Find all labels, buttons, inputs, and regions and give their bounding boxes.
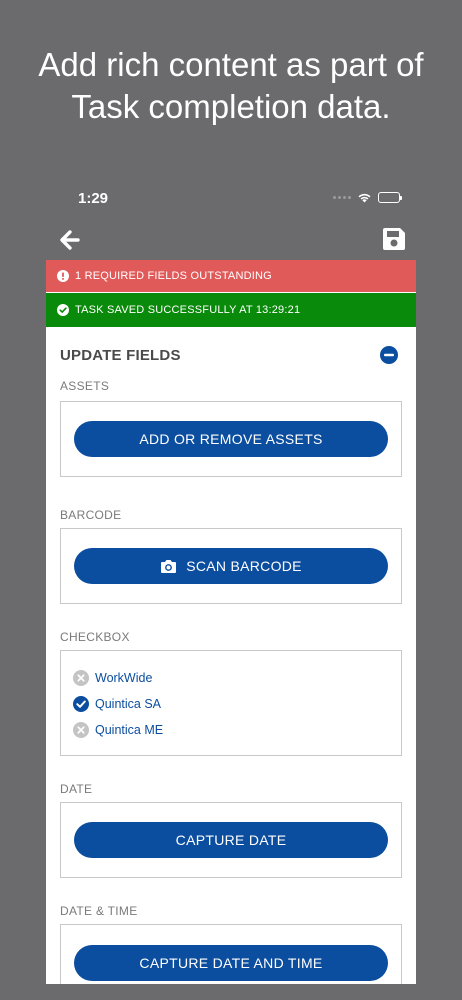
capture-date-button[interactable]: CAPTURE DATE — [74, 822, 388, 858]
capture-date-time-label: CAPTURE DATE AND TIME — [139, 955, 323, 971]
floppy-disk-icon[interactable] — [380, 225, 408, 253]
section-title: UPDATE FIELDS — [60, 346, 181, 364]
add-remove-assets-label: ADD OR REMOVE ASSETS — [139, 431, 323, 447]
datetime-field: CAPTURE DATE AND TIME — [60, 924, 402, 984]
capture-date-time-button[interactable]: CAPTURE DATE AND TIME — [74, 945, 388, 981]
barcode-field: SCAN BARCODE — [60, 528, 402, 604]
x-circle-icon — [73, 722, 89, 738]
checkbox-option-label: Quintica SA — [95, 697, 162, 711]
status-bar: 1:29 — [46, 176, 416, 220]
error-banner-text: 1 REQUIRED FIELDS OUTSTANDING — [75, 270, 272, 282]
scan-barcode-label: SCAN BARCODE — [186, 558, 302, 574]
phone-screen: 1:29 1 REQUIRED FIELDS OUTSTANDING TASK … — [46, 176, 416, 984]
checkbox-option-label: WorkWide — [95, 671, 153, 685]
arrow-left-icon[interactable] — [56, 226, 84, 254]
check-circle-icon — [57, 304, 69, 316]
form-content: UPDATE FIELDS ASSETS ADD OR REMOVE ASSET… — [46, 327, 416, 984]
assets-field: ADD OR REMOVE ASSETS — [60, 401, 402, 477]
add-remove-assets-button[interactable]: ADD OR REMOVE ASSETS — [74, 421, 388, 457]
status-time: 1:29 — [78, 190, 109, 207]
check-circle-icon — [73, 696, 89, 712]
promo-headline: Add rich content as part of Task complet… — [0, 44, 462, 128]
section-header[interactable]: UPDATE FIELDS — [60, 327, 402, 379]
date-field: CAPTURE DATE — [60, 802, 402, 878]
camera-icon — [161, 559, 177, 573]
success-banner: TASK SAVED SUCCESSFULLY AT 13:29:21 — [46, 293, 416, 327]
signal-icon — [333, 196, 351, 199]
checkbox-option-quintica-sa[interactable]: Quintica SA — [73, 691, 389, 717]
promo-line-1: Add rich content as part of — [38, 46, 424, 83]
checkbox-option-label: Quintica ME — [95, 723, 164, 737]
wifi-icon — [358, 193, 371, 203]
scan-barcode-button[interactable]: SCAN BARCODE — [74, 548, 388, 584]
datetime-label: DATE & TIME — [60, 904, 138, 918]
date-label: DATE — [60, 782, 93, 796]
barcode-label: BARCODE — [60, 508, 122, 522]
checkbox-field: WorkWide Quintica SA Quintica ME — [60, 650, 402, 756]
promo-line-2: Task completion data. — [71, 88, 391, 125]
exclamation-circle-icon — [57, 270, 69, 282]
assets-label: ASSETS — [60, 379, 110, 393]
capture-date-label: CAPTURE DATE — [175, 832, 287, 848]
checkbox-option-quintica-me[interactable]: Quintica ME — [73, 717, 389, 743]
minus-circle-icon[interactable] — [379, 345, 399, 365]
status-icons — [333, 192, 402, 203]
x-circle-icon — [73, 670, 89, 686]
checkbox-option-workwide[interactable]: WorkWide — [73, 665, 389, 691]
battery-icon — [378, 192, 402, 203]
nav-bar — [46, 220, 416, 260]
success-banner-text: TASK SAVED SUCCESSFULLY AT 13:29:21 — [75, 304, 301, 316]
checkbox-label: CHECKBOX — [60, 630, 130, 644]
error-banner: 1 REQUIRED FIELDS OUTSTANDING — [46, 260, 416, 292]
